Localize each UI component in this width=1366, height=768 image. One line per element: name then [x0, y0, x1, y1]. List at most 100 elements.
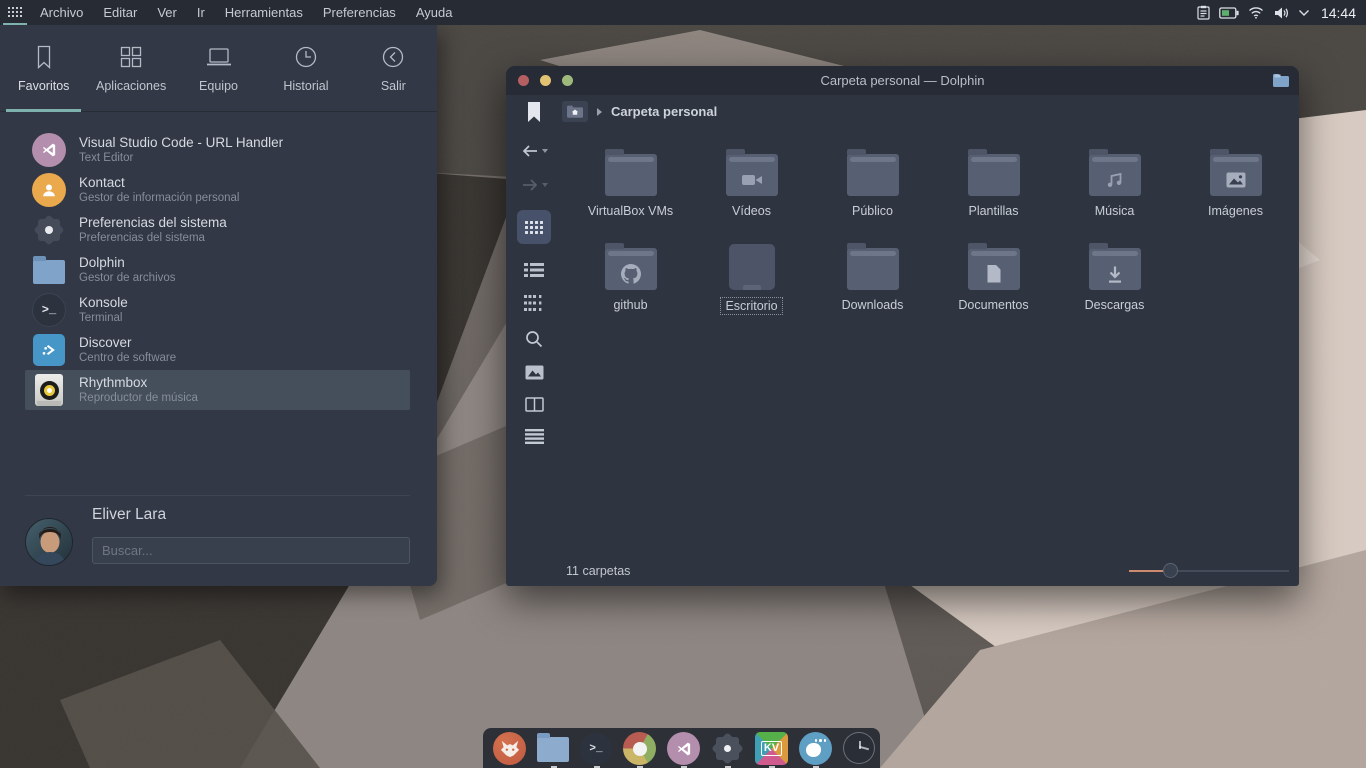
forward-button[interactable] [521, 178, 548, 192]
wifi-icon[interactable] [1248, 6, 1264, 19]
back-button[interactable] [521, 144, 548, 158]
maximize-button[interactable] [562, 75, 573, 86]
dolphin-side-toolbar [506, 128, 562, 556]
application-launcher-panel: Favoritos Aplicaciones Equipo Historial … [0, 25, 437, 586]
menu-preferencias[interactable]: Preferencias [313, 0, 406, 25]
tab-salir[interactable]: Salir [350, 25, 437, 111]
folder-documentos[interactable]: Documentos [933, 232, 1054, 326]
app-description: Text Editor [79, 151, 283, 165]
global-menubar: Archivo Editar Ver Ir Herramientas Prefe… [0, 0, 1366, 25]
leave-icon [380, 44, 406, 70]
icon-zoom-slider[interactable] [1129, 563, 1289, 578]
folder-grid: VirtualBox VMs Vídeos Público Plantillas… [562, 128, 1293, 556]
folder-virtualbox-vms[interactable]: VirtualBox VMs [570, 138, 691, 232]
breadcrumb-home-button[interactable] [562, 101, 588, 122]
menu-ayuda[interactable]: Ayuda [406, 0, 463, 25]
app-name: Discover [79, 335, 176, 351]
folder-label: Escritorio [720, 297, 782, 315]
dock-clock[interactable] [843, 732, 875, 768]
forward-history-caret-icon[interactable] [542, 183, 548, 187]
folder-github[interactable]: github [570, 232, 691, 326]
menu-ver[interactable]: Ver [147, 0, 187, 25]
split-view-icon [525, 397, 544, 412]
desktop: { "menubar": { "menus": ["Archivo", "Edi… [0, 0, 1366, 768]
window-controls [518, 75, 573, 86]
breadcrumb-current-folder[interactable]: Carpeta personal [611, 104, 717, 119]
menu-archivo[interactable]: Archivo [30, 0, 93, 25]
dock-falkon[interactable] [799, 732, 832, 768]
dock-kvantum[interactable]: KV [755, 732, 788, 768]
dock-system-settings[interactable] [711, 732, 744, 768]
preview-button[interactable] [525, 365, 544, 380]
system-settings-icon [32, 213, 66, 247]
app-launcher-button[interactable] [0, 0, 30, 25]
list-view-button[interactable] [524, 262, 544, 278]
apps-grid-icon [118, 44, 144, 70]
vscode-icon [667, 732, 700, 765]
volume-icon[interactable] [1273, 6, 1289, 20]
app-item-vscode[interactable]: Visual Studio Code - URL Handler Text Ed… [25, 130, 410, 170]
menu-hamburger-button[interactable] [525, 429, 544, 444]
tab-aplicaciones[interactable]: Aplicaciones [87, 25, 174, 111]
user-avatar[interactable] [25, 518, 73, 566]
tab-historial[interactable]: Historial [262, 25, 349, 111]
folder-label: VirtualBox VMs [584, 203, 677, 219]
app-description: Terminal [79, 311, 128, 325]
dolphin-statusbar: 11 carpetas [506, 556, 1299, 586]
close-button[interactable] [518, 75, 529, 86]
minimize-button[interactable] [540, 75, 551, 86]
app-name: Preferencias del sistema [79, 215, 227, 231]
app-description: Gestor de información personal [79, 191, 239, 205]
folder-label: Plantillas [964, 203, 1022, 219]
battery-icon[interactable] [1219, 7, 1239, 19]
bookmark-icon[interactable] [527, 102, 541, 122]
app-item-konsole[interactable]: >_ Konsole Terminal [25, 290, 410, 330]
dock-dolphin[interactable] [537, 732, 569, 768]
tab-label: Historial [283, 79, 328, 93]
split-view-button[interactable] [525, 397, 544, 412]
folder-icon [968, 154, 1020, 196]
dock-chromium[interactable] [623, 732, 656, 768]
search-input[interactable] [92, 537, 410, 564]
folder-label: Música [1091, 203, 1139, 219]
folder-icon [605, 154, 657, 196]
clipboard-icon[interactable] [1197, 5, 1210, 20]
folder-escritorio[interactable]: Escritorio [691, 232, 812, 326]
app-item-system-settings[interactable]: Preferencias del sistema Preferencias de… [25, 210, 410, 250]
menu-herramientas[interactable]: Herramientas [215, 0, 313, 25]
history-clock-icon [293, 44, 319, 70]
folder-downloads[interactable]: Downloads [812, 232, 933, 326]
folder-icon [847, 154, 899, 196]
dock-firefox[interactable] [493, 732, 526, 768]
details-view-button[interactable] [524, 295, 544, 311]
app-item-discover[interactable]: Discover Centro de software [25, 330, 410, 370]
app-item-kontact[interactable]: Kontact Gestor de información personal [25, 170, 410, 210]
app-item-rhythmbox[interactable]: Rhythmbox Reproductor de música [25, 370, 410, 410]
forward-arrow-icon [521, 178, 539, 192]
folder-musica[interactable]: Música [1054, 138, 1175, 232]
dock-konsole[interactable]: >_ [580, 732, 612, 768]
icons-view-button[interactable] [517, 210, 551, 244]
konsole-icon: >_ [32, 293, 66, 327]
slider-handle[interactable] [1163, 563, 1178, 578]
folder-descargas[interactable]: Descargas [1054, 232, 1175, 326]
app-name: Dolphin [79, 255, 176, 271]
document-icon [968, 258, 1020, 290]
folder-videos[interactable]: Vídeos [691, 138, 812, 232]
folder-icon [1089, 248, 1141, 290]
tab-equipo[interactable]: Equipo [175, 25, 262, 111]
download-icon [1089, 258, 1141, 290]
tab-label: Aplicaciones [96, 79, 166, 93]
menu-ir[interactable]: Ir [187, 0, 215, 25]
back-history-caret-icon[interactable] [542, 149, 548, 153]
folder-imagenes[interactable]: Imágenes [1175, 138, 1296, 232]
dock-vscode[interactable] [667, 732, 700, 768]
tab-favoritos[interactable]: Favoritos [0, 25, 87, 111]
folder-publico[interactable]: Público [812, 138, 933, 232]
folder-plantillas[interactable]: Plantillas [933, 138, 1054, 232]
menu-editar[interactable]: Editar [93, 0, 147, 25]
search-button[interactable] [525, 330, 543, 348]
chevron-down-icon[interactable] [1298, 9, 1310, 17]
window-titlebar[interactable]: Carpeta personal — Dolphin [506, 66, 1299, 95]
app-item-dolphin[interactable]: Dolphin Gestor de archivos [25, 250, 410, 290]
